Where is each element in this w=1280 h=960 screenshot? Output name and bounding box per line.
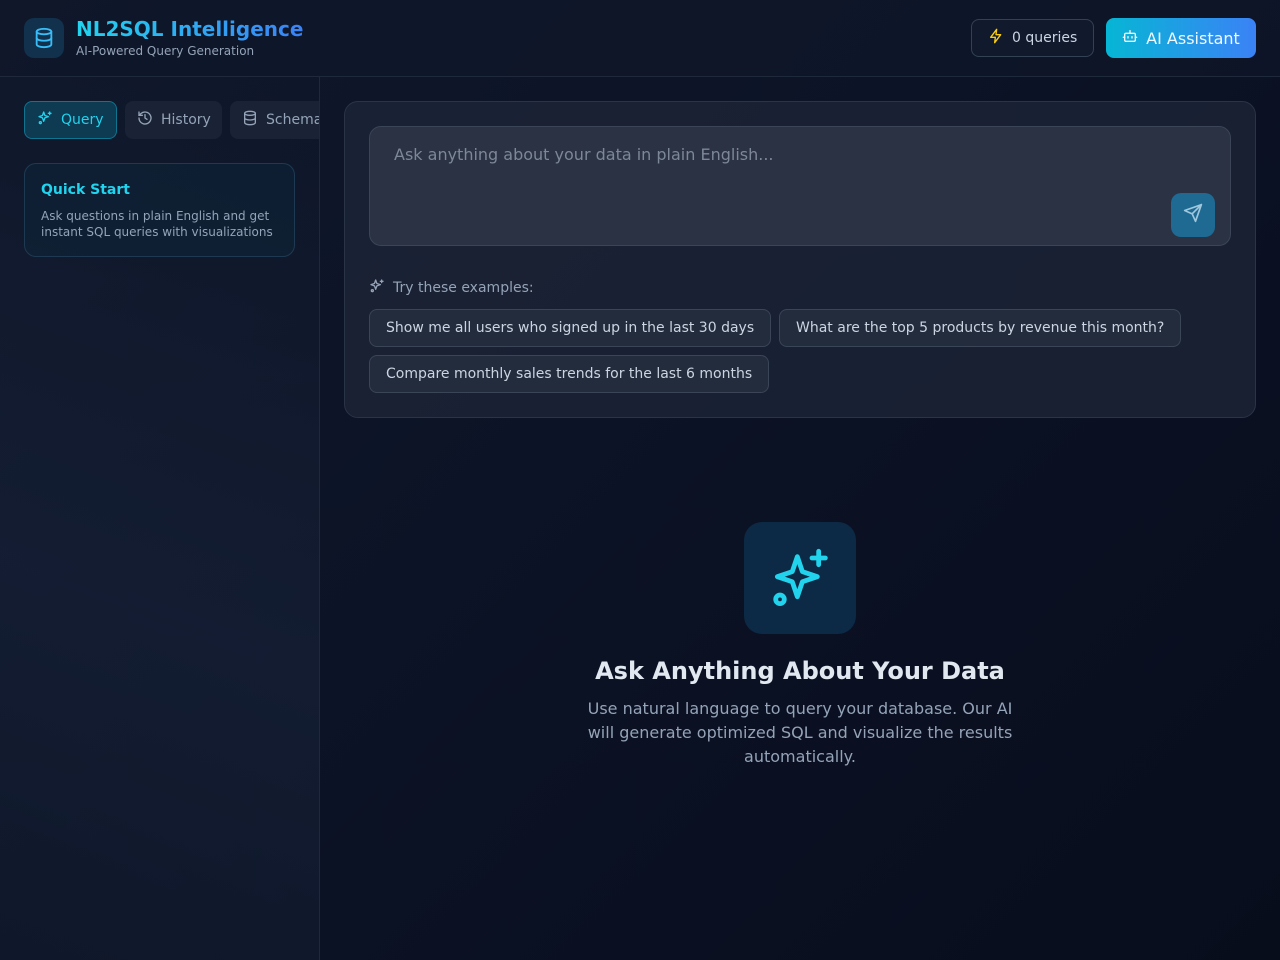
bot-icon [1122,28,1138,48]
tab-query-label: Query [61,112,104,128]
app-title: NL2SQL Intelligence [76,17,304,41]
send-icon [1183,203,1203,227]
app-header: NL2SQL Intelligence AI-Powered Query Gen… [0,0,1280,77]
database-icon [242,110,258,130]
history-icon [137,110,153,130]
tab-query[interactable]: Query [24,101,117,139]
sparkles-icon [37,110,53,130]
queries-count-badge: 0 queries [971,19,1094,57]
send-button[interactable] [1171,193,1215,237]
ai-assistant-label: AI Assistant [1146,28,1240,48]
quick-start-card: Quick Start Ask questions in plain Engli… [24,163,295,257]
empty-state-title: Ask Anything About Your Data [595,657,1005,685]
queries-count-label: 0 queries [1012,30,1078,46]
app-subtitle: AI-Powered Query Generation [76,44,255,58]
example-chip[interactable]: Show me all users who signed up in the l… [369,309,772,347]
database-logo-icon [24,18,64,58]
examples-label: Try these examples: [393,280,534,296]
quick-start-text: Ask questions in plain English and get i… [41,209,273,239]
query-card: Try these examples: Show me all users wh… [344,101,1256,418]
tab-history-label: History [161,112,211,128]
tab-schema[interactable]: Schema [230,101,320,139]
tab-history[interactable]: History [125,101,222,139]
empty-state-text: Use natural language to query your datab… [587,699,1013,766]
tab-schema-label: Schema [266,112,320,128]
hero-sparkles-icon [744,522,856,634]
query-input[interactable] [370,127,1230,245]
query-input-box [369,126,1231,246]
sidebar: Query History Schema Quick Start Ask que… [0,77,320,960]
example-chip[interactable]: What are the top 5 products by revenue t… [779,309,1182,347]
ai-assistant-button[interactable]: AI Assistant [1106,18,1256,58]
sparkles-icon [369,278,385,298]
examples-header: Try these examples: [369,278,534,298]
example-chip[interactable]: Compare monthly sales trends for the las… [369,355,770,393]
lightning-icon [988,28,1004,48]
quick-start-title: Quick Start [41,182,130,198]
